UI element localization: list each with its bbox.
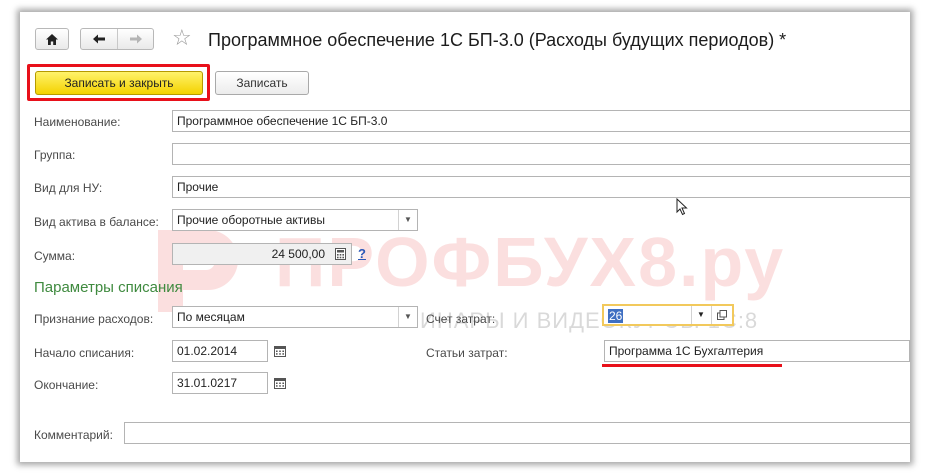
comment-label: Комментарий:: [34, 428, 113, 442]
save-and-close-button[interactable]: Записать и закрыть: [35, 71, 203, 95]
home-icon: [46, 33, 58, 45]
back-button[interactable]: [81, 29, 118, 49]
group-input[interactable]: [172, 143, 910, 165]
calendar-icon: [274, 345, 286, 357]
open-account-button[interactable]: [711, 306, 732, 324]
calendar-icon: [274, 377, 286, 389]
comment-input[interactable]: [124, 422, 910, 444]
dropdown-arrow-icon[interactable]: ▼: [691, 306, 710, 324]
document-window: ПРОФБУХ8.ру ОНЛАЙН-СЕМИНАРЫ И ВИДЕОКУРСЫ…: [20, 12, 910, 462]
arrow-left-icon: [93, 34, 105, 44]
save-button[interactable]: Записать: [215, 71, 309, 95]
asset-type-select[interactable]: Прочие оборотные активы ▼: [172, 209, 418, 231]
open-window-icon: [717, 310, 727, 320]
name-label: Наименование:: [34, 115, 121, 129]
group-label: Группа:: [34, 148, 76, 162]
account-label: Счет затрат:: [426, 312, 496, 326]
account-value: 26: [608, 309, 624, 323]
nu-type-input[interactable]: Прочие: [172, 176, 910, 198]
recognition-value: По месяцам: [177, 310, 245, 324]
history-nav: [80, 28, 154, 50]
calculator-button[interactable]: [330, 243, 350, 265]
end-date-label: Окончание:: [34, 378, 99, 392]
dropdown-arrow-icon[interactable]: ▼: [398, 307, 417, 327]
help-link[interactable]: ?: [358, 246, 366, 261]
arrow-right-icon: [129, 34, 142, 44]
writeoff-section-title: Параметры списания: [34, 279, 183, 296]
recognition-label: Признание расходов:: [34, 312, 154, 326]
end-date-calendar-button[interactable]: [270, 372, 290, 394]
calculator-icon: [334, 248, 346, 260]
forward-button[interactable]: [118, 29, 153, 49]
home-button[interactable]: [35, 28, 69, 50]
account-input[interactable]: 26 ▼: [602, 304, 734, 326]
recognition-select[interactable]: По месяцам ▼: [172, 306, 418, 328]
start-date-input[interactable]: 01.02.2014: [172, 340, 268, 362]
sum-label: Сумма:: [34, 249, 76, 263]
watermark-logo-icon: [158, 230, 238, 312]
start-date-calendar-button[interactable]: [270, 340, 290, 362]
red-underline-mark: [602, 364, 782, 367]
asset-type-value: Прочие оборотные активы: [177, 213, 325, 227]
cost-item-input[interactable]: Программа 1С Бухгалтерия: [604, 340, 910, 362]
start-date-label: Начало списания:: [34, 346, 135, 360]
favorite-star-icon[interactable]: ☆: [172, 27, 192, 49]
asset-type-label: Вид актива в балансе:: [34, 215, 159, 229]
sum-input[interactable]: 24 500,00: [172, 243, 352, 265]
cost-item-label: Статьи затрат:: [426, 346, 508, 360]
dropdown-arrow-icon[interactable]: ▼: [398, 210, 417, 230]
nu-type-label: Вид для НУ:: [34, 181, 103, 195]
end-date-input[interactable]: 31.01.0217: [172, 372, 268, 394]
name-input[interactable]: Программное обеспечение 1С БП-3.0: [172, 110, 910, 132]
mouse-cursor-icon: [676, 198, 688, 216]
page-title: Программное обеспечение 1С БП-3.0 (Расхо…: [208, 30, 787, 50]
